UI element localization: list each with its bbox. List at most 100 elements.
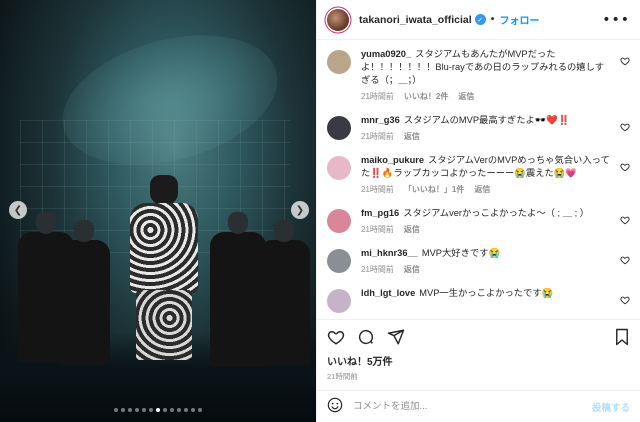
pagination-dot: [142, 408, 146, 412]
share-button[interactable]: [387, 328, 405, 346]
pagination-dot: [156, 408, 160, 412]
heart-icon: [620, 216, 630, 225]
verified-badge-icon: ✓: [474, 14, 486, 25]
commenter-username[interactable]: ldh_lgt_love: [361, 288, 415, 298]
dancer-head: [274, 220, 294, 242]
commenter-username[interactable]: mnr_g36: [361, 115, 400, 125]
post-comment-button[interactable]: 投稿する: [592, 400, 630, 414]
like-button[interactable]: [327, 328, 345, 346]
comment-like-button[interactable]: [620, 255, 630, 268]
comment-button[interactable]: [357, 328, 375, 346]
dancer-head: [36, 212, 56, 234]
chevron-right-icon: ❯: [295, 204, 305, 216]
commenter-username[interactable]: fm_pg16: [361, 208, 399, 218]
comment-timestamp[interactable]: 21時間前: [361, 132, 394, 141]
reply-button[interactable]: 返信: [474, 185, 490, 194]
post-sidebar: takanori_iwata_official ✓ • フォロー ••• yum…: [316, 0, 640, 422]
comment-timestamp[interactable]: 21時間前: [361, 92, 394, 101]
emoji-icon: [327, 397, 343, 412]
heart-icon: [327, 330, 345, 345]
pagination-dot: [170, 408, 174, 412]
comment-meta: 21時間前 返信: [361, 224, 612, 235]
comment-text-block: mi_hknr36__ MVP大好きです😭: [361, 247, 612, 260]
commenter-avatar[interactable]: [327, 249, 351, 273]
pagination-dot: [149, 408, 153, 412]
comment-like-button[interactable]: [620, 162, 630, 175]
chevron-left-icon: ❮: [13, 204, 23, 216]
comment-like-button[interactable]: [620, 122, 630, 135]
follow-button[interactable]: フォロー: [500, 12, 540, 27]
commenter-avatar[interactable]: [327, 50, 351, 74]
comment-composer: 投稿する: [317, 390, 640, 422]
author-avatar[interactable]: [327, 8, 349, 31]
comment-body: mnr_g36 スタジアムのMVP最高すぎたよ🕶️❤️‼️ 21時間前 返信: [361, 114, 630, 142]
emoji-button[interactable]: [327, 397, 343, 417]
next-media-button[interactable]: ❯: [291, 201, 309, 219]
commenter-avatar[interactable]: [327, 156, 351, 180]
like-count[interactable]: いいね！5万件: [317, 353, 640, 368]
commenter-username[interactable]: yuma0920_: [361, 49, 411, 59]
comment-timestamp[interactable]: 21時間前: [361, 265, 394, 274]
post-media[interactable]: ❮ ❯: [0, 0, 316, 422]
reply-button[interactable]: 返信: [404, 225, 420, 234]
comment-body: fm_pg16 スタジアムverかっこよかったよ〜（ ; ＿ ; ） 21時間前 返信: [361, 207, 630, 235]
action-bar: [317, 319, 640, 353]
dancer-head: [228, 212, 248, 234]
reply-button[interactable]: 返信: [458, 92, 474, 101]
header-separator: •: [489, 14, 496, 25]
comment-like-button[interactable]: [620, 215, 630, 228]
comment-icon: [358, 329, 374, 344]
pagination-dot: [177, 408, 181, 412]
comment-meta: 21時間前 「いいね！」1件 返信: [361, 184, 612, 195]
prev-media-button[interactable]: ❮: [9, 201, 27, 219]
pagination-dot: [198, 408, 202, 412]
performer-head: [150, 175, 178, 205]
comment-meta: 21時間前 返信: [361, 264, 612, 275]
performer-pants: [136, 290, 192, 360]
pagination-dot: [191, 408, 195, 412]
comment-timestamp[interactable]: 21時間前: [361, 185, 394, 194]
comment-item: maiko_pukure スタジアムVerのMVPめっちゃ気合い入ってた‼️🔥ラッ…: [317, 154, 640, 195]
commenter-username[interactable]: mi_hknr36__: [361, 248, 418, 258]
pagination-dot: [114, 408, 118, 412]
comment-input[interactable]: [353, 401, 592, 412]
dancer: [258, 220, 310, 365]
comment-body: maiko_pukure スタジアムVerのMVPめっちゃ気合い入ってた‼️🔥ラッ…: [361, 154, 630, 195]
comment-item: mnr_g36 スタジアムのMVP最高すぎたよ🕶️❤️‼️ 21時間前 返信: [317, 114, 640, 142]
comment-meta: 21時間前 いいね！2件 返信: [361, 91, 612, 102]
commenter-avatar[interactable]: [327, 116, 351, 140]
comment-text: スタジアムverかっこよかったよ〜（ ; ＿ ; ）: [403, 208, 590, 218]
pagination-dot: [163, 408, 167, 412]
comment-text-block: ldh_lgt_love MVP一生かっこよかったです😭: [361, 287, 612, 300]
pagination-dot: [184, 408, 188, 412]
reply-button[interactable]: 返信: [404, 265, 420, 274]
bookmark-icon: [616, 328, 628, 345]
heart-icon: [620, 163, 630, 172]
commenter-avatar[interactable]: [327, 209, 351, 233]
comment-list[interactable]: yuma0920_ スタジアムもあんたがMVPだったよ！！！！！！！Blu-ray…: [317, 40, 640, 319]
comment-like-button[interactable]: [620, 295, 630, 308]
comment-text: スタジアムのMVP最高すぎたよ🕶️❤️‼️: [403, 115, 570, 125]
comment-timestamp[interactable]: 21時間前: [361, 225, 394, 234]
comment-text: MVP一生かっこよかったです😭: [419, 288, 554, 298]
save-button[interactable]: [614, 328, 630, 346]
comment-like-count[interactable]: 「いいね！」1件: [404, 185, 464, 194]
post-timestamp[interactable]: 21時間前: [317, 368, 640, 390]
author-username[interactable]: takanori_iwata_official: [359, 14, 472, 26]
more-options-button[interactable]: •••: [602, 12, 630, 28]
heart-icon: [620, 296, 630, 305]
post-header: takanori_iwata_official ✓ • フォロー •••: [317, 0, 640, 40]
heart-icon: [620, 123, 630, 132]
commenter-username[interactable]: maiko_pukure: [361, 155, 424, 165]
comment-like-count[interactable]: いいね！2件: [404, 92, 448, 101]
comment-meta: 21時間前 返信: [361, 131, 612, 142]
commenter-avatar[interactable]: [327, 289, 351, 313]
pagination-dot: [135, 408, 139, 412]
comment-text-block: maiko_pukure スタジアムVerのMVPめっちゃ気合い入ってた‼️🔥ラッ…: [361, 154, 612, 180]
pagination-dot: [121, 408, 125, 412]
dancer-head: [74, 220, 94, 242]
comment-text-block: yuma0920_ スタジアムもあんたがMVPだったよ！！！！！！！Blu-ray…: [361, 48, 612, 87]
reply-button[interactable]: 返信: [404, 132, 420, 141]
dancer: [58, 220, 110, 365]
comment-like-button[interactable]: [620, 56, 630, 69]
